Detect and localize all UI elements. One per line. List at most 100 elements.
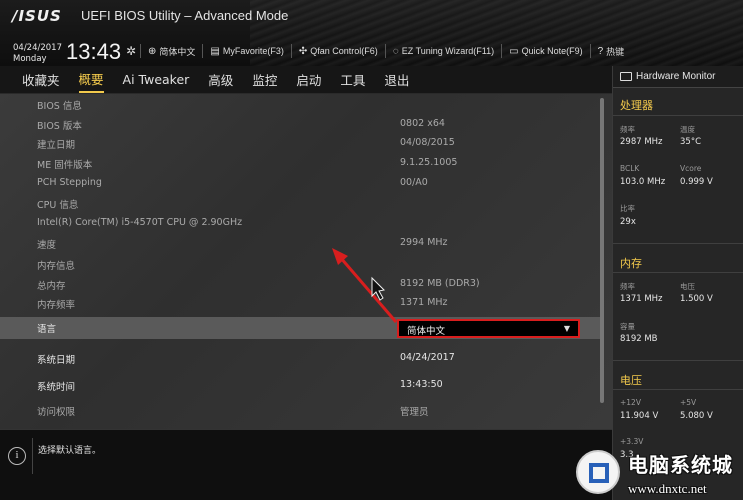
info-row: BIOS 版本 0802 x64 xyxy=(0,114,600,134)
hotkey-icon: ? xyxy=(597,45,604,57)
access-level-row: 访问权限 管理员 xyxy=(0,400,600,420)
info-row: Intel(R) Core(TM) i5-4570T CPU @ 2.90GHz xyxy=(0,213,600,233)
main-menu: 收藏夹 概要 Ai Tweaker 高级 监控 启动 工具 退出 xyxy=(0,66,612,94)
main-content: BIOS 信息 BIOS 版本 0802 x64 建立日期 04/08/2015… xyxy=(0,94,612,429)
bios-info-heading: BIOS 信息 xyxy=(0,94,600,114)
tab-boot[interactable]: 启动 xyxy=(296,67,321,92)
info-row: 内存频率 1371 MHz xyxy=(0,293,600,313)
mem-capacity-value: 8192 MB xyxy=(620,334,658,344)
cpu-temp-label: 温度 xyxy=(680,125,695,134)
day-text: Monday xyxy=(13,54,47,64)
tab-exit[interactable]: 退出 xyxy=(384,67,409,92)
system-time-value[interactable]: 13:43:50 xyxy=(400,379,443,390)
hardware-monitor-panel: Hardware Monitor 处理器 频率 温度 2987 MHz 35°C… xyxy=(612,66,743,500)
row-label: 建立日期 xyxy=(37,140,76,151)
voltage-section-title: 电压 xyxy=(620,374,642,387)
language-select[interactable]: 简体中文 ▼ xyxy=(397,319,580,338)
toolbar: ⊕ 简体中文 ▤ MyFavorite(F3) ✣ Qfan Control(F… xyxy=(140,42,631,60)
cpu-temp-value: 35°C xyxy=(680,137,702,147)
system-time-row[interactable]: 系统时间 13:43:50 xyxy=(0,375,600,395)
note-icon: ▭ xyxy=(509,45,519,57)
quick-note-button[interactable]: ▭ Quick Note(F9) xyxy=(501,44,589,58)
myfavorite-button[interactable]: ▤ MyFavorite(F3) xyxy=(202,44,290,58)
ratio-label: 比率 xyxy=(620,204,635,213)
language-label: 语言 xyxy=(37,324,57,335)
myfavorite-button-label: MyFavorite(F3) xyxy=(222,46,284,56)
globe-icon: ⊕ xyxy=(148,45,157,57)
tab-tool[interactable]: 工具 xyxy=(340,67,365,92)
system-time-label: 系统时间 xyxy=(37,382,76,393)
hotkeys-button[interactable]: ? 热键 xyxy=(589,44,632,58)
row-value: 2994 MHz xyxy=(400,237,448,248)
divider xyxy=(613,389,743,390)
language-select-value: 简体中文 xyxy=(407,326,446,337)
qfan-control-button[interactable]: ✣ Qfan Control(F6) xyxy=(290,44,385,58)
asus-logo: /ISUS xyxy=(12,7,62,25)
cpu-freq-label: 频率 xyxy=(620,125,635,134)
divider xyxy=(613,360,743,361)
tab-main[interactable]: 概要 xyxy=(78,66,104,93)
cpu-freq-value: 2987 MHz xyxy=(620,137,663,147)
ez-tuning-wizard-button-label: EZ Tuning Wizard(F11) xyxy=(401,46,495,56)
tab-advanced[interactable]: 高级 xyxy=(208,67,233,92)
date-text: 04/24/2017 xyxy=(13,43,62,53)
gear-icon[interactable]: ✲ xyxy=(126,44,136,58)
tab-monitor[interactable]: 监控 xyxy=(252,67,277,92)
window-title: UEFI BIOS Utility – Advanced Mode xyxy=(81,8,289,23)
help-bar: i 选择默认语言。 xyxy=(0,429,612,500)
ratio-value: 29x xyxy=(620,217,636,227)
row-label: PCH Stepping xyxy=(37,177,102,188)
quick-note-button-label: Quick Note(F9) xyxy=(521,46,583,56)
mem-freq-label: 频率 xyxy=(620,282,635,291)
dropdown-caret-icon: ▼ xyxy=(563,324,570,333)
divider xyxy=(613,243,743,244)
info-row: ME 固件版本 9.1.25.1005 xyxy=(0,153,600,173)
favorite-icon: ▤ xyxy=(210,45,220,57)
info-row: 建立日期 04/08/2015 xyxy=(0,133,600,153)
divider xyxy=(613,115,743,116)
language-row[interactable]: 语言 简体中文 ▼ xyxy=(0,317,600,339)
hotkeys-button-label: 热键 xyxy=(606,46,625,57)
help-divider xyxy=(32,438,33,474)
system-date-value[interactable]: 04/24/2017 xyxy=(400,352,455,363)
row-value: 04/08/2015 xyxy=(400,137,455,148)
date-display: 04/24/2017 Monday xyxy=(13,43,62,65)
row-label: 速度 xyxy=(37,240,57,251)
row-label: CPU 信息 xyxy=(37,200,79,211)
mem-volt-label: 电压 xyxy=(680,282,695,291)
row-label: 内存信息 xyxy=(37,261,76,272)
mem-capacity-label: 容量 xyxy=(620,322,635,331)
hardware-monitor-header: Hardware Monitor xyxy=(613,66,743,88)
row-value: 9.1.25.1005 xyxy=(400,157,458,168)
cpu-section-title: 处理器 xyxy=(620,99,653,112)
scrollbar[interactable] xyxy=(600,98,604,403)
tab-ai-tweaker[interactable]: Ai Tweaker xyxy=(123,69,190,90)
row-label: BIOS 版本 xyxy=(37,121,82,132)
info-row: PCH Stepping 00/A0 xyxy=(0,173,600,193)
divider xyxy=(613,272,743,273)
row-value: 0802 x64 xyxy=(400,118,445,129)
fan-icon: ✣ xyxy=(298,45,308,57)
v5-label: +5V xyxy=(680,398,697,407)
language-button[interactable]: ⊕ 简体中文 xyxy=(140,44,202,58)
language-button-label: 简体中文 xyxy=(159,46,196,57)
info-row: 总内存 8192 MB (DDR3) xyxy=(0,274,600,294)
vcore-value: 0.999 V xyxy=(680,177,713,187)
row-value: 1371 MHz xyxy=(400,297,448,308)
ez-tuning-wizard-button[interactable]: ◌ EZ Tuning Wizard(F11) xyxy=(384,44,501,58)
row-label: ME 固件版本 xyxy=(37,160,93,171)
v12-value: 11.904 V xyxy=(620,411,659,421)
tab-favorites[interactable]: 收藏夹 xyxy=(22,67,60,92)
v5-value: 5.080 V xyxy=(680,411,713,421)
help-text: 选择默认语言。 xyxy=(38,446,102,456)
vcore-label: Vcore xyxy=(680,164,702,173)
qfan-control-button-label: Qfan Control(F6) xyxy=(310,46,378,56)
system-date-row[interactable]: 系统日期 04/24/2017 xyxy=(0,348,600,368)
v12-label: +12V xyxy=(620,398,641,407)
mem-volt-value: 1.500 V xyxy=(680,294,713,304)
clock[interactable]: 13:43 xyxy=(66,39,121,65)
title-bar: /ISUS UEFI BIOS Utility – Advanced Mode … xyxy=(0,0,743,66)
memory-section-title: 内存 xyxy=(620,257,642,270)
memory-info-heading: 内存信息 xyxy=(0,254,600,274)
info-row: 速度 2994 MHz xyxy=(0,233,600,253)
